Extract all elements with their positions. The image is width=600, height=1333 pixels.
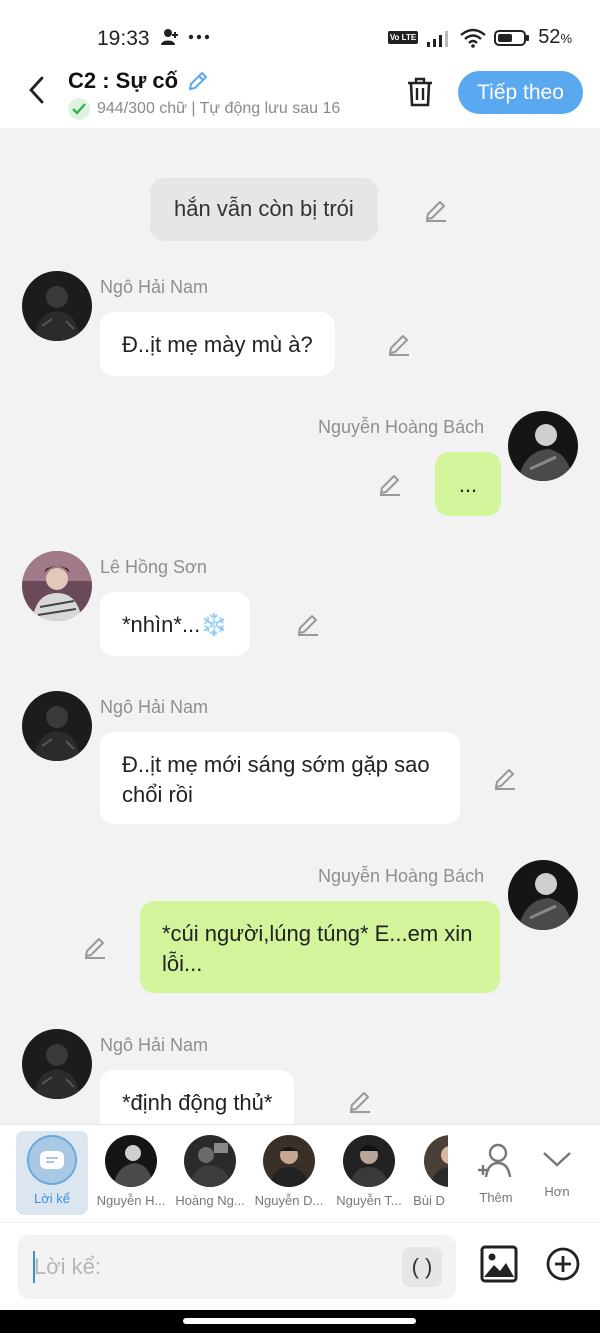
character-option[interactable]: Bùi D bbox=[410, 1131, 448, 1215]
character-avatar bbox=[343, 1135, 395, 1187]
character-name: Nguyễn T... bbox=[336, 1193, 402, 1208]
avatar-ngo-hai-nam[interactable] bbox=[22, 691, 92, 761]
back-button[interactable] bbox=[18, 72, 54, 108]
narration-icon bbox=[27, 1135, 77, 1185]
edit-pencil-icon[interactable] bbox=[386, 331, 412, 357]
message-bubble[interactable]: ... bbox=[435, 452, 501, 516]
sender-name: Nguyễn Hoàng Bách bbox=[318, 866, 485, 886]
signal-icon bbox=[427, 30, 449, 47]
battery-icon bbox=[494, 29, 530, 46]
character-name: Nguyễn D... bbox=[254, 1193, 324, 1208]
snowflake-emoji: ❄️ bbox=[200, 612, 228, 637]
chapter-title[interactable]: C2 : Sự cố bbox=[68, 68, 210, 94]
character-avatar bbox=[105, 1135, 157, 1187]
character-name: Hoàng Ng... bbox=[175, 1193, 245, 1208]
home-handle[interactable] bbox=[183, 1318, 416, 1324]
avatar-le-hong-son[interactable] bbox=[22, 551, 92, 621]
edit-pencil-icon[interactable] bbox=[82, 934, 108, 960]
status-left-icons bbox=[160, 28, 210, 46]
edit-pencil-icon[interactable] bbox=[492, 765, 518, 791]
avatar-nguyen-hoang-bach[interactable] bbox=[508, 411, 578, 481]
character-selector: Lời kể Nguyễn H... Hoàng Ng... Nguyễn D.… bbox=[0, 1124, 600, 1222]
volte-badge: Vo LTE bbox=[387, 31, 419, 44]
parentheses-button[interactable]: ( ) bbox=[402, 1247, 442, 1287]
character-name: Nguyễn H... bbox=[96, 1193, 166, 1208]
narration-tab-label: Lời kể bbox=[34, 1191, 70, 1206]
message-bubble[interactable]: *định động thủ* bbox=[100, 1070, 295, 1124]
message-bubble[interactable]: *cúi người,lúng túng* E...em xin lỗi... bbox=[140, 901, 500, 993]
expand-button[interactable]: Hơn bbox=[520, 1131, 594, 1215]
chapter-title-text: C2 : Sự cố bbox=[68, 68, 179, 93]
character-option[interactable]: Nguyễn D... bbox=[250, 1131, 328, 1215]
sender-name: Ngô Hải Nam bbox=[100, 1035, 209, 1055]
edit-pencil-icon[interactable] bbox=[347, 1088, 373, 1114]
narration-bubble[interactable]: hắn vẫn còn bị trói bbox=[150, 178, 378, 241]
saved-check-icon bbox=[68, 98, 90, 120]
editor-header: C2 : Sự cố 944/300 chữ | Tự động lưu sau… bbox=[0, 62, 600, 128]
status-right-icons: Vo LTE 52% bbox=[387, 26, 572, 49]
next-button[interactable]: Tiếp theo bbox=[458, 71, 583, 114]
chevron-left-icon bbox=[29, 76, 44, 104]
character-option[interactable]: Hoàng Ng... bbox=[171, 1131, 249, 1215]
sender-name: Nguyễn Hoàng Bách bbox=[318, 417, 485, 437]
word-count-text: 944/300 chữ | Tự động lưu sau 16 bbox=[97, 100, 341, 117]
chat-area: hắn vẫn còn bị trói Ngô Hải Nam Đ..ịt mẹ… bbox=[0, 128, 600, 1124]
system-nav-bar bbox=[0, 1310, 600, 1333]
narration-tab[interactable]: Lời kể bbox=[16, 1131, 88, 1215]
avatar-ngo-hai-nam[interactable] bbox=[22, 271, 92, 341]
more-dots-icon bbox=[188, 34, 210, 40]
delete-button[interactable] bbox=[402, 74, 438, 110]
avatar-ngo-hai-nam[interactable] bbox=[22, 1029, 92, 1099]
word-count-status: 944/300 chữ | Tự động lưu sau 16 bbox=[68, 98, 340, 120]
edit-title-icon[interactable] bbox=[186, 69, 210, 93]
trash-icon bbox=[408, 77, 432, 107]
sender-name: Ngô Hải Nam bbox=[100, 697, 209, 717]
image-icon[interactable] bbox=[480, 1245, 518, 1283]
character-option[interactable]: Nguyễn H... bbox=[92, 1131, 170, 1215]
wifi-icon bbox=[460, 28, 486, 48]
message-input-field[interactable]: ( ) bbox=[18, 1235, 456, 1299]
message-bubble[interactable]: Đ..ịt mẹ mày mù à? bbox=[100, 312, 335, 376]
status-time: 19:33 bbox=[97, 27, 150, 50]
message-bubble[interactable]: Đ..ịt mẹ mới sáng sớm gặp sao chổi rồi bbox=[100, 732, 460, 824]
add-person-icon bbox=[478, 1143, 512, 1178]
sender-name: Lê Hồng Sơn bbox=[100, 557, 207, 577]
edit-pencil-icon[interactable] bbox=[423, 197, 449, 223]
add-circle-icon[interactable] bbox=[546, 1247, 580, 1281]
character-option[interactable]: Nguyễn T... bbox=[330, 1131, 408, 1215]
battery-level: 52% bbox=[538, 26, 572, 48]
character-avatar bbox=[424, 1135, 448, 1187]
avatar-nguyen-hoang-bach[interactable] bbox=[508, 860, 578, 930]
character-avatar bbox=[184, 1135, 236, 1187]
edit-pencil-icon[interactable] bbox=[377, 471, 403, 497]
sender-name: Ngô Hải Nam bbox=[100, 277, 209, 297]
message-input[interactable] bbox=[34, 1251, 394, 1283]
compose-bar: ( ) bbox=[0, 1222, 600, 1310]
character-name: Bùi D bbox=[413, 1193, 445, 1208]
status-bar: 19:33 Vo LTE 52% bbox=[0, 0, 600, 62]
edit-pencil-icon[interactable] bbox=[295, 611, 321, 637]
message-bubble[interactable]: *nhìn*...❄️ bbox=[100, 592, 250, 656]
chevron-down-icon bbox=[543, 1152, 571, 1167]
character-avatar bbox=[263, 1135, 315, 1187]
person-add-icon bbox=[161, 29, 178, 45]
expand-label: Hơn bbox=[544, 1184, 570, 1199]
